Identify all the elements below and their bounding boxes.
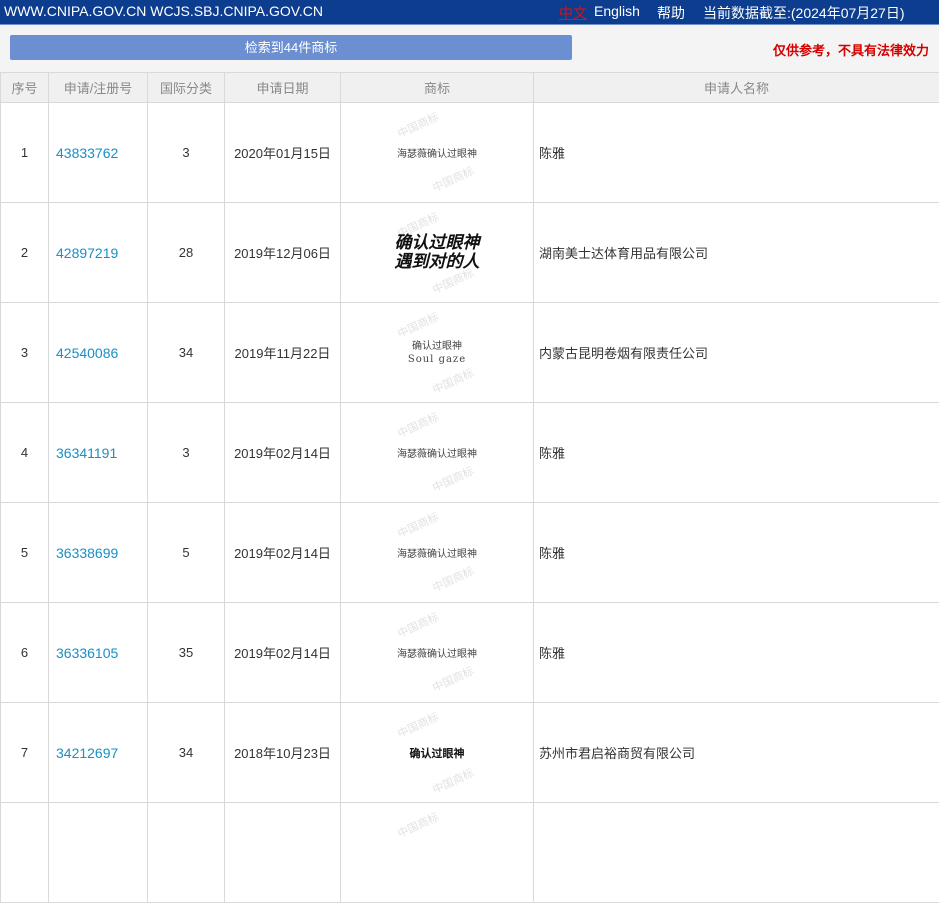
legal-disclaimer: 仅供参考，不具有法律效力 [773, 40, 929, 59]
reg-number-link[interactable]: 34212697 [56, 745, 118, 761]
header-index: 序号 [1, 73, 49, 103]
filing-date: 2019年02月14日 [225, 603, 341, 703]
trademark-image[interactable]: 中国商标 中国商标 确认过眼神 遇到对的人 [341, 203, 534, 303]
data-as-of-date: 当前数据截至:(2024年07月27日) [703, 3, 905, 23]
applicant-name: 陈雅 [534, 603, 939, 703]
trademark-results-table: 序号 申请/注册号 国际分类 申请日期 商标 申请人名称 1 43833762 … [0, 72, 939, 903]
applicant-name: 内蒙古昆明卷烟有限责任公司 [534, 303, 939, 403]
filing-date: 2019年11月22日 [225, 303, 341, 403]
result-count-button[interactable]: 检索到44件商标 [10, 35, 572, 60]
trademark-image[interactable]: 中国商标 中国商标 海瑟薇确认过眼神 [341, 603, 534, 703]
reg-number-link[interactable]: 42540086 [56, 345, 118, 361]
filing-date: 2020年01月15日 [225, 103, 341, 203]
trademark-image[interactable]: 中国商标 中国商标 海瑟薇确认过眼神 [341, 403, 534, 503]
applicant-name: 湖南美士达体育用品有限公司 [534, 203, 939, 303]
intl-class: 34 [148, 703, 225, 803]
row-index: 3 [1, 303, 49, 403]
language-english-link[interactable]: English [594, 3, 640, 19]
trademark-image[interactable]: 中国商标 中国商标 海瑟薇确认过眼神 [341, 103, 534, 203]
header-applicant: 申请人名称 [534, 73, 939, 103]
trademark-text: 海瑟薇确认过眼神 [397, 149, 477, 160]
watermark: 中国商标 [430, 662, 477, 695]
trademark-text: 确认过眼神 [410, 747, 465, 760]
watermark: 中国商标 [395, 808, 442, 841]
trademark-text: 海瑟薇确认过眼神 [397, 649, 477, 660]
header-filing-date: 申请日期 [225, 73, 341, 103]
table-row: 1 43833762 3 2020年01月15日 中国商标 中国商标 海瑟薇确认… [1, 103, 939, 203]
applicant-name: 苏州市君启裕商贸有限公司 [534, 703, 939, 803]
table-row: 2 42897219 28 2019年12月06日 中国商标 中国商标 确认过眼… [1, 203, 939, 303]
applicant-name [534, 803, 939, 903]
trademark-text: 确认过眼神 Soul gaze [341, 340, 533, 366]
reg-number-link[interactable]: 36341191 [56, 445, 117, 461]
reg-number-link[interactable]: 42897219 [56, 245, 118, 261]
table-header-row: 序号 申请/注册号 国际分类 申请日期 商标 申请人名称 [1, 73, 939, 103]
applicant-name: 陈雅 [534, 503, 939, 603]
watermark: 中国商标 [395, 708, 442, 741]
intl-class: 5 [148, 503, 225, 603]
watermark: 中国商标 [395, 408, 442, 441]
row-index [1, 803, 49, 903]
table-row: 7 34212697 34 2018年10月23日 中国商标 中国商标 确认过眼… [1, 703, 939, 803]
row-index: 2 [1, 203, 49, 303]
intl-class: 3 [148, 103, 225, 203]
reg-number-cell [49, 803, 148, 903]
row-index: 6 [1, 603, 49, 703]
header-reg-number: 申请/注册号 [49, 73, 148, 103]
result-toolbar: 检索到44件商标 仅供参考，不具有法律效力 [0, 25, 939, 72]
language-chinese-link[interactable]: 中文 [559, 3, 587, 23]
intl-class: 28 [148, 203, 225, 303]
trademark-image[interactable]: 中国商标 中国商标 确认过眼神 [341, 703, 534, 803]
header-trademark: 商标 [341, 73, 534, 103]
table-row: 5 36338699 5 2019年02月14日 中国商标 中国商标 海瑟薇确认… [1, 503, 939, 603]
top-bar: WWW.CNIPA.GOV.CN WCJS.SBJ.CNIPA.GOV.CN 中… [0, 0, 939, 25]
row-index: 5 [1, 503, 49, 603]
reg-number-link[interactable]: 36338699 [56, 545, 118, 561]
intl-class: 34 [148, 303, 225, 403]
trademark-image[interactable]: 中国商标 中国商标 确认过眼神 Soul gaze [341, 303, 534, 403]
applicant-name: 陈雅 [534, 403, 939, 503]
trademark-image[interactable]: 中国商标 中国商标 海瑟薇确认过眼神 [341, 503, 534, 603]
trademark-image[interactable]: 中国商标 [341, 803, 534, 903]
watermark: 中国商标 [430, 162, 477, 195]
row-index: 1 [1, 103, 49, 203]
watermark: 中国商标 [430, 364, 477, 397]
row-index: 4 [1, 403, 49, 503]
table-row: 3 42540086 34 2019年11月22日 中国商标 中国商标 确认过眼… [1, 303, 939, 403]
applicant-name: 陈雅 [534, 103, 939, 203]
filing-date: 2018年10月23日 [225, 703, 341, 803]
trademark-text: 确认过眼神 遇到对的人 [341, 234, 533, 272]
watermark: 中国商标 [395, 608, 442, 641]
table-row: 4 36341191 3 2019年02月14日 中国商标 中国商标 海瑟薇确认… [1, 403, 939, 503]
header-intl-class: 国际分类 [148, 73, 225, 103]
filing-date: 2019年02月14日 [225, 503, 341, 603]
reg-number-link[interactable]: 36336105 [56, 645, 118, 661]
trademark-text: 海瑟薇确认过眼神 [397, 449, 477, 460]
row-index: 7 [1, 703, 49, 803]
table-row: 6 36336105 35 2019年02月14日 中国商标 中国商标 海瑟薇确… [1, 603, 939, 703]
trademark-text: 海瑟薇确认过眼神 [397, 549, 477, 560]
watermark: 中国商标 [430, 562, 477, 595]
watermark: 中国商标 [395, 108, 442, 141]
filing-date: 2019年02月14日 [225, 403, 341, 503]
watermark: 中国商标 [395, 508, 442, 541]
site-urls: WWW.CNIPA.GOV.CN WCJS.SBJ.CNIPA.GOV.CN [4, 3, 323, 19]
filing-date [225, 803, 341, 903]
filing-date: 2019年12月06日 [225, 203, 341, 303]
help-link[interactable]: 帮助 [657, 3, 685, 23]
intl-class: 3 [148, 403, 225, 503]
table-row-partial: 中国商标 [1, 803, 939, 903]
watermark: 中国商标 [430, 462, 477, 495]
intl-class [148, 803, 225, 903]
watermark: 中国商标 [430, 764, 477, 797]
reg-number-link[interactable]: 43833762 [56, 145, 118, 161]
watermark: 中国商标 [395, 308, 442, 341]
intl-class: 35 [148, 603, 225, 703]
